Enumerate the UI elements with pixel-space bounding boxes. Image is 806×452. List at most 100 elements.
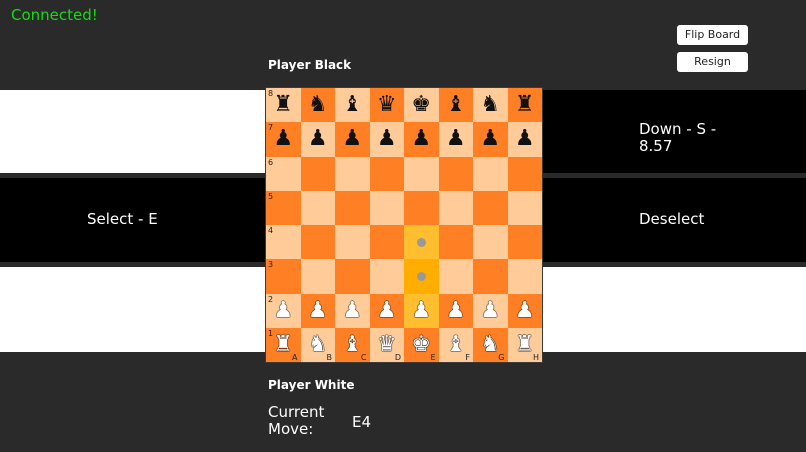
white-pawn-icon[interactable]: ♟ — [515, 299, 535, 322]
square-g8[interactable]: ♞ — [473, 88, 508, 123]
white-pawn-icon[interactable]: ♟ — [411, 299, 431, 322]
black-pawn-icon[interactable]: ♟ — [308, 128, 328, 150]
square-d1[interactable]: D ♛ — [369, 327, 404, 362]
square-g6[interactable] — [473, 156, 508, 191]
square-b5[interactable] — [300, 190, 335, 225]
square-e4[interactable] — [404, 225, 439, 260]
square-c4[interactable] — [335, 225, 370, 260]
square-d5[interactable] — [369, 190, 404, 225]
square-g7[interactable]: ♟ — [473, 122, 508, 157]
black-rook-icon[interactable]: ♜ — [515, 94, 535, 116]
square-e5[interactable] — [404, 190, 439, 225]
square-b6[interactable] — [300, 156, 335, 191]
square-e6[interactable] — [404, 156, 439, 191]
square-h4[interactable] — [507, 225, 542, 260]
black-pawn-icon[interactable]: ♟ — [515, 128, 535, 150]
black-knight-icon[interactable]: ♞ — [480, 94, 500, 116]
square-e8[interactable]: ♚ — [404, 88, 439, 123]
white-pawn-icon[interactable]: ♟ — [342, 299, 362, 322]
square-g1[interactable]: G ♞ — [473, 327, 508, 362]
white-bishop-icon[interactable]: ♝ — [342, 333, 362, 356]
square-b8[interactable]: ♞ — [300, 88, 335, 123]
square-c5[interactable] — [335, 190, 370, 225]
white-pawn-icon[interactable]: ♟ — [273, 299, 293, 322]
square-f3[interactable] — [438, 259, 473, 294]
square-h5[interactable] — [507, 190, 542, 225]
black-queen-icon[interactable]: ♛ — [377, 94, 397, 116]
square-f4[interactable] — [438, 225, 473, 260]
square-h6[interactable] — [507, 156, 542, 191]
square-h7[interactable]: ♟ — [507, 122, 542, 157]
square-a6[interactable]: 6 — [266, 156, 301, 191]
black-pawn-icon[interactable]: ♟ — [446, 128, 466, 150]
square-g3[interactable] — [473, 259, 508, 294]
square-a2[interactable]: 2 ♟ — [266, 293, 301, 328]
square-a5[interactable]: 5 — [266, 190, 301, 225]
square-b3[interactable] — [300, 259, 335, 294]
square-h8[interactable]: ♜ — [507, 88, 542, 123]
black-pawn-icon[interactable]: ♟ — [342, 128, 362, 150]
square-f7[interactable]: ♟ — [438, 122, 473, 157]
flip-board-button[interactable]: Flip Board — [677, 25, 748, 45]
square-d3[interactable] — [369, 259, 404, 294]
square-a7[interactable]: 7 ♟ — [266, 122, 301, 157]
square-e3[interactable] — [404, 259, 439, 294]
square-b2[interactable]: ♟ — [300, 293, 335, 328]
square-b1[interactable]: B ♞ — [300, 327, 335, 362]
square-c6[interactable] — [335, 156, 370, 191]
square-a4[interactable]: 4 — [266, 225, 301, 260]
square-g4[interactable] — [473, 225, 508, 260]
square-e1[interactable]: E ♚ — [404, 327, 439, 362]
square-a3[interactable]: 3 — [266, 259, 301, 294]
white-pawn-icon[interactable]: ♟ — [377, 299, 397, 322]
square-f2[interactable]: ♟ — [438, 293, 473, 328]
deselect-panel[interactable]: Deselect — [543, 178, 806, 262]
square-h1[interactable]: H ♜ — [507, 327, 542, 362]
black-bishop-icon[interactable]: ♝ — [342, 94, 362, 116]
move-hint-dot[interactable] — [416, 237, 426, 247]
black-pawn-icon[interactable]: ♟ — [411, 128, 431, 150]
square-c2[interactable]: ♟ — [335, 293, 370, 328]
square-g2[interactable]: ♟ — [473, 293, 508, 328]
white-rook-icon[interactable]: ♜ — [515, 333, 535, 356]
square-a8[interactable]: 8 ♜ — [266, 88, 301, 123]
black-pawn-icon[interactable]: ♟ — [377, 128, 397, 150]
white-pawn-icon[interactable]: ♟ — [446, 299, 466, 322]
square-h3[interactable] — [507, 259, 542, 294]
square-e7[interactable]: ♟ — [404, 122, 439, 157]
square-c8[interactable]: ♝ — [335, 88, 370, 123]
white-knight-icon[interactable]: ♞ — [480, 333, 500, 356]
square-f8[interactable]: ♝ — [438, 88, 473, 123]
white-king-icon[interactable]: ♚ — [411, 333, 431, 356]
black-pawn-icon[interactable]: ♟ — [480, 128, 500, 150]
white-knight-icon[interactable]: ♞ — [308, 333, 328, 356]
white-bishop-icon[interactable]: ♝ — [446, 333, 466, 356]
white-queen-icon[interactable]: ♛ — [377, 333, 397, 356]
square-d2[interactable]: ♟ — [369, 293, 404, 328]
square-h2[interactable]: ♟ — [507, 293, 542, 328]
square-d8[interactable]: ♛ — [369, 88, 404, 123]
square-b7[interactable]: ♟ — [300, 122, 335, 157]
square-f6[interactable] — [438, 156, 473, 191]
white-rook-icon[interactable]: ♜ — [273, 333, 293, 356]
black-king-icon[interactable]: ♚ — [411, 94, 431, 116]
black-bishop-icon[interactable]: ♝ — [446, 94, 466, 116]
square-d6[interactable] — [369, 156, 404, 191]
square-c3[interactable] — [335, 259, 370, 294]
square-b4[interactable] — [300, 225, 335, 260]
select-panel[interactable]: Select - E — [0, 178, 266, 262]
move-hint-dot[interactable] — [416, 271, 426, 281]
white-pawn-icon[interactable]: ♟ — [308, 299, 328, 322]
black-pawn-icon[interactable]: ♟ — [273, 128, 293, 150]
square-f1[interactable]: F ♝ — [438, 327, 473, 362]
square-c1[interactable]: C ♝ — [335, 327, 370, 362]
white-pawn-icon[interactable]: ♟ — [480, 299, 500, 322]
square-c7[interactable]: ♟ — [335, 122, 370, 157]
chess-board[interactable]: 8 ♜ ♞ ♝ ♛ ♚ ♝ ♞ ♜ 7 ♟ ♟ ♟ ♟ ♟ ♟ ♟ ♟ 6 5 4 3 2 ♟ ♟ ♟ ♟ ♟ ♟ ♟ ♟ 1 A ♜ B ♞ C ♝ D ♛… — [265, 87, 543, 363]
down-panel[interactable]: Down - S - 8.57 — [543, 90, 806, 173]
square-d4[interactable] — [369, 225, 404, 260]
resign-button[interactable]: Resign — [677, 52, 748, 72]
black-knight-icon[interactable]: ♞ — [308, 94, 328, 116]
square-f5[interactable] — [438, 190, 473, 225]
square-d7[interactable]: ♟ — [369, 122, 404, 157]
